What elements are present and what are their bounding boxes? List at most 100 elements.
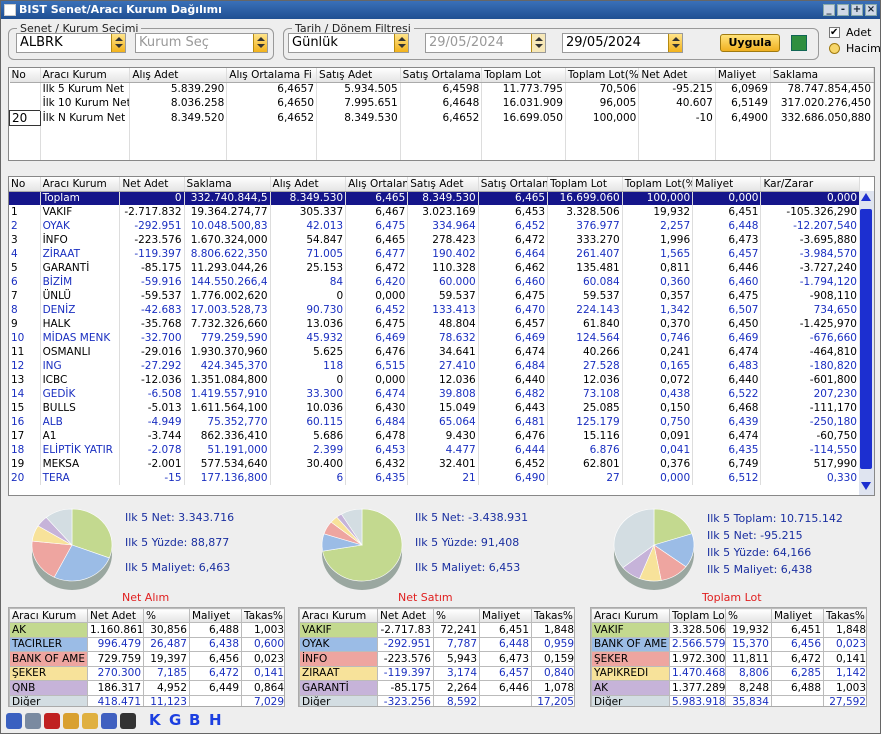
calendar-icon[interactable] — [531, 34, 545, 52]
column-header[interactable]: Toplam Lot — [669, 608, 726, 623]
table-row[interactable]: Diğer -323.256 8,592 17,205 — [299, 694, 574, 706]
toolbar-letter-g[interactable]: G — [169, 711, 181, 729]
column-header[interactable]: No — [9, 177, 41, 192]
table-row[interactable]: AK 1.377.289 8,248 6,488 1,003 — [591, 680, 866, 696]
column-header[interactable]: Alış Ortalam — [345, 177, 409, 192]
column-header[interactable]: Takas% — [531, 608, 574, 623]
folder-icon[interactable] — [82, 713, 98, 729]
table-row[interactable]: 2 OYAK -292.951 10.048.500,83 42.013 6,475 334… — [9, 219, 860, 233]
column-header[interactable]: Takas% — [241, 608, 284, 623]
table-row[interactable]: 14 GEDİK -6.508 1.419.557,910 33.300 6,474 39.… — [9, 387, 860, 401]
excel-export-icon[interactable] — [791, 35, 807, 51]
table-row[interactable]: İlk 10 Kurum Net 8.036.258 6,4650 7.995.651… — [9, 96, 874, 110]
column-header[interactable]: Net Adet — [377, 608, 434, 623]
table-row[interactable]: YAPIKREDİ 1.470.468 8,806 6,285 1,142 — [591, 665, 866, 681]
table-row[interactable]: BANK OF AME 729.759 19,397 6,456 0,023 — [9, 651, 284, 667]
table-row[interactable]: ŞEKER 270.300 7,185 6,472 0,141 — [9, 665, 284, 681]
toolbar-letter-k[interactable]: K — [149, 711, 161, 729]
adet-checkbox[interactable]: ✔ — [829, 27, 840, 38]
column-header[interactable]: Maliyet — [189, 608, 242, 623]
column-header[interactable]: Alış Adet — [129, 68, 228, 83]
column-header[interactable]: Satış Ortalam — [478, 177, 549, 192]
bank-icon[interactable] — [120, 713, 136, 729]
table-row[interactable]: VAKIF -2.717.83 72,241 6,451 1,848 — [299, 622, 574, 638]
search-icon[interactable] — [6, 713, 22, 729]
top-summary-table[interactable]: No Aracı Kurum Alış Adet Alış Ortalama Fi Sa… — [8, 67, 875, 161]
table-row[interactable]: 20 TERA -15 177.136,800 6 6,435 21 6,490 27 0,000… — [9, 471, 860, 485]
table-row[interactable]: 9 HALK -35.768 7.732.326,660 13.036 6,475 48.8… — [9, 317, 860, 331]
column-header[interactable]: Aracı Kurum — [299, 608, 378, 623]
column-header[interactable]: % — [433, 608, 480, 623]
scroll-up-icon[interactable] — [861, 193, 871, 201]
senet-select[interactable]: ALBRK — [16, 33, 126, 53]
table-row[interactable]: 18 ELİPTİK YATIR -2.078 51.191,000 2.399 6,45… — [9, 443, 860, 457]
calendar-icon[interactable] — [668, 34, 682, 52]
dropdown-arrow-icon[interactable] — [111, 34, 125, 52]
table-row[interactable]: OYAK -292.951 7,787 6,448 0,959 — [299, 636, 574, 652]
kurum-select[interactable]: Kurum Seç — [135, 33, 268, 53]
column-header[interactable]: Aracı Kurum — [591, 608, 670, 623]
table-row[interactable]: BANK OF AME 2.566.579 15,370 6,456 0,023 — [591, 636, 866, 652]
table-row[interactable]: 12 ING -27.292 424.345,370 118 6,515 27.410 6,4… — [9, 359, 860, 373]
table-row[interactable]: İlk 5 Kurum Net 5.839.290 6,4657 5.934.505 6… — [9, 82, 874, 96]
table-row[interactable]: 19 MEKSA -2.001 577.534,640 30.400 6,432 32.40… — [9, 457, 860, 471]
table-row[interactable]: 20 İlk N Kurum Net 8.349.520 6,4652 8.349.53… — [9, 109, 874, 126]
table-row[interactable]: 13 ICBC -12.036 1.351.084,800 0 0,000 12.036 6,… — [9, 373, 860, 387]
column-header[interactable]: Toplam Lot(% — [622, 177, 694, 192]
column-header[interactable]: Aracı Kurum — [9, 608, 88, 623]
table-row[interactable]: TACİRLER 996.479 26,487 6,438 0,600 — [9, 636, 284, 652]
toolbar-letter-b[interactable]: B — [189, 711, 200, 729]
column-header[interactable]: Kar/Zarar — [760, 177, 860, 192]
table-row[interactable]: 6 BİZİM -59.916 144.550.266,4 84 6,420 60.000 6… — [9, 275, 860, 289]
table-row[interactable]: QNB 186.317 4,952 6,449 0,864 — [9, 680, 284, 696]
close-button[interactable]: × — [865, 4, 877, 16]
table-row[interactable]: 8 DENİZ -42.683 17.003.528,73 90.730 6,452 133… — [9, 303, 860, 317]
column-header[interactable]: Saklama — [770, 68, 874, 83]
table-row[interactable]: 1 VAKIF -2.717.832 19.364.274,77 305.337 6,46… — [9, 205, 860, 219]
table-row[interactable]: ŞEKER 1.972.300 11,811 6,472 0,141 — [591, 651, 866, 667]
column-header[interactable]: Aracı Kurum — [40, 68, 131, 83]
column-header[interactable]: Net Adet — [87, 608, 144, 623]
column-header[interactable]: Satış Adet — [316, 68, 401, 83]
table-row[interactable]: 11 OSMANLI -29.016 1.930.370,960 5.625 6,476 3… — [9, 345, 860, 359]
save-icon[interactable] — [101, 713, 117, 729]
table-row[interactable]: 7 ÜNLÜ -59.537 1.776.002,620 0 0,000 59.537 6,4… — [9, 289, 860, 303]
table-row[interactable]: İNFO -223.576 5,943 6,473 0,159 — [299, 651, 574, 667]
table-row[interactable]: 5 GARANTİ -85.175 11.293.044,26 25.153 6,472 1… — [9, 261, 860, 275]
column-header[interactable]: Maliyet — [771, 608, 824, 623]
column-header[interactable]: Satış Ortalama Fi — [400, 68, 483, 83]
table-row[interactable]: 4 ZİRAAT -119.397 8.806.622,350 71.005 6,477 1… — [9, 247, 860, 261]
hacim-radio[interactable] — [829, 43, 840, 54]
table-row[interactable]: Diğer 418.471 11,123 7,029 — [9, 694, 284, 706]
table-row[interactable]: 16 ALB -4.949 75.352,770 60.115 6,484 65.064 6,… — [9, 415, 860, 429]
column-header[interactable]: Net Adet — [119, 177, 185, 192]
column-header[interactable]: Alış Ortalama Fi — [226, 68, 318, 83]
table-row[interactable]: Diğer 5.983.918 35,834 27,592 — [591, 694, 866, 706]
column-header[interactable]: % — [725, 608, 772, 623]
toolbar-letter-h[interactable]: H — [209, 711, 222, 729]
column-header[interactable]: Saklama — [184, 177, 271, 192]
maximize-button[interactable]: + — [851, 4, 863, 16]
table-row[interactable]: Toplam 0 332.740.844,5 8.349.530 6,465 8.349.… — [9, 191, 860, 205]
table-row[interactable]: GARANTİ -85.175 2,264 6,446 1,078 — [299, 680, 574, 696]
table-row[interactable]: VAKIF 3.328.506 19,932 6,451 1,848 — [591, 622, 866, 638]
dropdown-arrow-icon[interactable] — [394, 34, 408, 52]
column-header[interactable]: Alış Adet — [270, 177, 347, 192]
broker-table[interactable]: No Aracı Kurum Net Adet Saklama Alış Adet Alı… — [8, 176, 875, 496]
column-header[interactable]: No — [9, 68, 41, 83]
scroll-down-icon[interactable] — [861, 482, 871, 490]
table-row[interactable]: ZİRAAT -119.397 3,174 6,457 0,840 — [299, 665, 574, 681]
table-row[interactable]: 10 MİDAS MENK -32.700 779.259,590 45.932 6,46… — [9, 331, 860, 345]
date-to-input[interactable]: 29/05/2024 — [562, 33, 683, 53]
table-row[interactable]: 15 BULLS -5.013 1.611.564,100 10.036 6,430 15.… — [9, 401, 860, 415]
restore-button[interactable]: - — [837, 4, 849, 16]
m-icon[interactable] — [44, 713, 60, 729]
column-header[interactable]: Net Adet — [638, 68, 716, 83]
broker-table-scrollbar[interactable] — [859, 191, 874, 495]
summary-table[interactable]: Aracı Kurum Net Adet% Maliyet Takas% VAKIF -2… — [298, 607, 575, 707]
column-header[interactable]: Maliyet — [692, 177, 762, 192]
column-header[interactable]: Takas% — [823, 608, 866, 623]
column-header[interactable]: Toplam Lot — [547, 177, 623, 192]
dropdown-arrow-icon[interactable] — [253, 34, 267, 52]
table-row[interactable]: AK 1.160.861 30,856 6,488 1,003 — [9, 622, 284, 638]
